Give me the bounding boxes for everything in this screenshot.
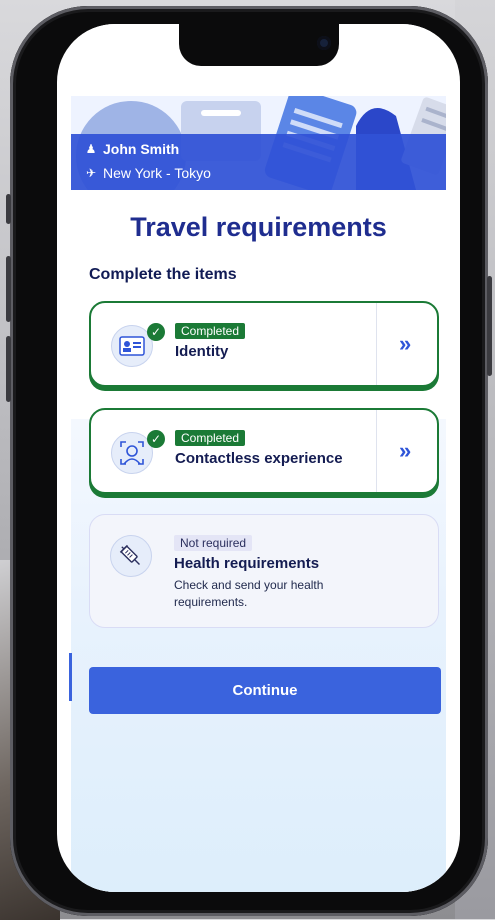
status-badge: Completed bbox=[175, 430, 246, 446]
card-description: Check and send your health requirements. bbox=[174, 578, 324, 609]
card-title: Identity bbox=[175, 343, 229, 360]
continue-button[interactable]: Continue bbox=[89, 667, 441, 714]
front-camera-icon bbox=[316, 36, 331, 50]
page-title: Travel requirements bbox=[130, 212, 387, 242]
app-view: ♟ John Smith ✈ New York - Tokyo Travel r… bbox=[69, 24, 446, 892]
status-badge: Not required bbox=[174, 535, 253, 551]
mute-switch bbox=[6, 194, 11, 224]
check-icon: ✓ bbox=[147, 323, 165, 341]
passenger-name: John Smith bbox=[103, 141, 180, 157]
card-divider bbox=[376, 303, 377, 385]
volume-down-button bbox=[6, 336, 11, 402]
volume-up-button bbox=[6, 256, 11, 322]
card-divider bbox=[376, 410, 377, 492]
notch bbox=[178, 24, 339, 66]
syringe-icon bbox=[110, 535, 152, 577]
phone-frame: ♟ John Smith ✈ New York - Tokyo Travel r… bbox=[6, 6, 492, 916]
requirement-card-health: Not required Health requirements Check a… bbox=[89, 514, 439, 628]
section-subtitle: Complete the items bbox=[89, 266, 237, 283]
card-title: Health requirements bbox=[174, 555, 320, 572]
power-button bbox=[487, 276, 492, 376]
route-row: ✈ New York - Tokyo bbox=[85, 165, 211, 181]
status-badge: Completed bbox=[175, 323, 246, 339]
requirement-card-contactless[interactable]: ✓ Completed Contactless experience » bbox=[89, 408, 439, 494]
passenger-row: ♟ John Smith bbox=[85, 141, 180, 157]
button-edge-left bbox=[69, 653, 72, 701]
chevron-double-right-icon[interactable]: » bbox=[399, 440, 419, 462]
card-title: Contactless experience bbox=[175, 450, 343, 467]
airplane-icon: ✈ bbox=[85, 166, 97, 180]
requirement-card-identity[interactable]: ✓ Completed Identity » bbox=[89, 301, 439, 387]
person-icon: ♟ bbox=[85, 142, 97, 156]
check-icon: ✓ bbox=[147, 430, 165, 448]
trip-header: ♟ John Smith ✈ New York - Tokyo bbox=[71, 96, 446, 190]
phone-screen: ♟ John Smith ✈ New York - Tokyo Travel r… bbox=[57, 24, 460, 892]
chevron-double-right-icon[interactable]: » bbox=[399, 333, 419, 355]
route-label: New York - Tokyo bbox=[103, 165, 211, 181]
